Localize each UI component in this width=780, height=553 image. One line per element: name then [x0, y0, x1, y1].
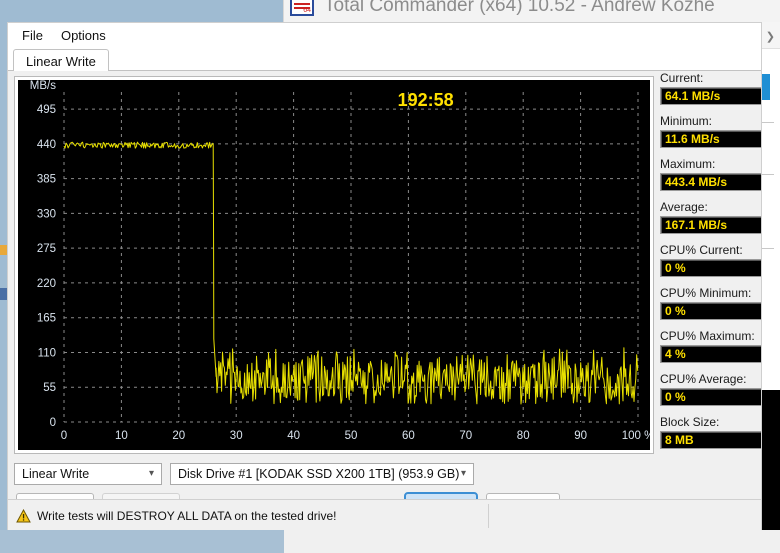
stat-minimum-value: 11.6 MB/s [665, 132, 720, 146]
chevron-down-icon: ▾ [460, 468, 466, 479]
y-tick-label: 110 [38, 347, 56, 359]
write-speed-chart[interactable]: 0 55 110 165 220 275 330 385 440 495 MB/s 0 10 20 30 40… [18, 80, 650, 450]
stat-average-label: Average: [660, 200, 708, 214]
x-tick-label: 40 [287, 430, 300, 442]
stat-cpu-average-value: 0 % [665, 390, 686, 404]
menu-file[interactable]: File [13, 25, 52, 46]
main-content: 0 55 110 165 220 275 330 385 440 495 MB/s 0 10 20 30 40… [8, 71, 761, 530]
stat-block-size-value: 8 MB [665, 433, 694, 447]
y-tick-label: 275 [37, 243, 56, 255]
stat-cpu-average-box: 0 % [660, 388, 761, 406]
total-commander-icon: 64 [290, 0, 314, 16]
y-tick-label: 440 [37, 139, 56, 151]
stat-cpu-current-value: 0 % [665, 261, 686, 275]
menu-bar: File Options [8, 23, 761, 47]
write-speed-trace [63, 141, 639, 405]
stat-cpu-maximum-box: 4 % [660, 345, 761, 363]
stat-cpu-average-label: CPU% Average: [660, 372, 747, 386]
chevron-right-icon: ❯ [765, 31, 775, 43]
stat-maximum-value: 443.4 MB/s [665, 175, 728, 189]
icon-badge-64: 64 [303, 7, 311, 14]
x-tick-label: 30 [230, 430, 243, 442]
status-bar: Write tests will DESTROY ALL DATA on the… [8, 499, 761, 530]
stat-minimum-label: Minimum: [660, 114, 713, 128]
y-tick-label: 165 [37, 313, 56, 325]
y-tick-label: 220 [37, 278, 56, 290]
status-warning-text: Write tests will DESTROY ALL DATA on the… [37, 508, 337, 523]
chevron-down-icon: ▾ [148, 468, 154, 479]
x-tick-label: 60 [402, 430, 415, 442]
y-tick-label: 0 [50, 417, 56, 429]
drive-select-value: Disk Drive #1 [KODAK SSD X200 1TB] (953.… [178, 467, 460, 481]
stat-average-box: 167.1 MB/s [660, 216, 761, 234]
y-tick-label: 385 [37, 174, 56, 186]
y-tick-label: 55 [43, 382, 56, 394]
chart-svg: 0 55 110 165 220 275 330 385 440 495 MB/s 0 10 20 30 40… [30, 80, 650, 442]
background-status-strip [284, 527, 780, 553]
x-tick-label: 50 [345, 430, 358, 442]
chart-panel: 0 55 110 165 220 275 330 385 440 495 MB/s 0 10 20 30 40… [14, 76, 654, 454]
disk-benchmark-window: File Options Linear Write 0 55 110 165 220 27… [7, 22, 762, 530]
test-mode-value: Linear Write [22, 467, 90, 481]
drive-select[interactable]: Disk Drive #1 [KODAK SSD X200 1TB] (953.… [170, 463, 474, 485]
menu-options[interactable]: Options [52, 25, 115, 46]
stat-block-size-label: Block Size: [660, 415, 720, 429]
stat-average-value: 167.1 MB/s [665, 218, 728, 232]
stat-minimum-box: 11.6 MB/s [660, 130, 761, 148]
x-tick-label: 0 [61, 430, 67, 442]
stat-cpu-minimum-value: 0 % [665, 304, 686, 318]
stat-maximum-label: Maximum: [660, 157, 716, 171]
test-mode-select[interactable]: Linear Write ▾ [14, 463, 162, 485]
stat-current-value: 64.1 MB/s [665, 89, 721, 103]
stat-cpu-minimum-box: 0 % [660, 302, 761, 320]
total-commander-title: Total Commander (x64) 10.52 - Andrew Koz… [324, 0, 715, 16]
stat-cpu-maximum-label: CPU% Maximum: [660, 329, 755, 343]
y-axis-unit-label: MB/s [30, 80, 56, 92]
warning-triangle-icon [16, 508, 31, 523]
stat-current-label: Current: [660, 71, 704, 85]
x-tick-label: 70 [459, 430, 472, 442]
statistics-panel: Current: 64.1 MB/s Minimum: 11.6 MB/s Maximu… [660, 71, 761, 530]
stat-cpu-minimum-label: CPU% Minimum: [660, 286, 752, 300]
stat-cpu-maximum-value: 4 % [665, 347, 686, 361]
y-tick-label: 330 [37, 208, 56, 220]
x-tick-label: 10 [115, 430, 128, 442]
x-tick-label: 20 [172, 430, 185, 442]
stat-cpu-current-box: 0 % [660, 259, 761, 277]
stat-block-size-box: 8 MB [660, 431, 761, 449]
tab-linear-write[interactable]: Linear Write [13, 49, 109, 72]
stat-maximum-box: 443.4 MB/s [660, 173, 761, 191]
x-tick-label: 90 [574, 430, 587, 442]
x-tick-label: 100 % [622, 430, 650, 442]
status-separator [488, 504, 489, 528]
y-tick-label: 495 [37, 104, 56, 116]
stat-cpu-current-label: CPU% Current: [660, 243, 743, 257]
x-tick-label: 80 [517, 430, 530, 442]
elapsed-timer: 192:58 [398, 90, 454, 110]
total-commander-titlebar[interactable]: 64 Total Commander (x64) 10.52 - Andrew … [284, 0, 780, 22]
stat-current-box: 64.1 MB/s [660, 87, 761, 105]
background-taskbar-marker [0, 245, 7, 255]
tab-strip: Linear Write [8, 47, 761, 72]
